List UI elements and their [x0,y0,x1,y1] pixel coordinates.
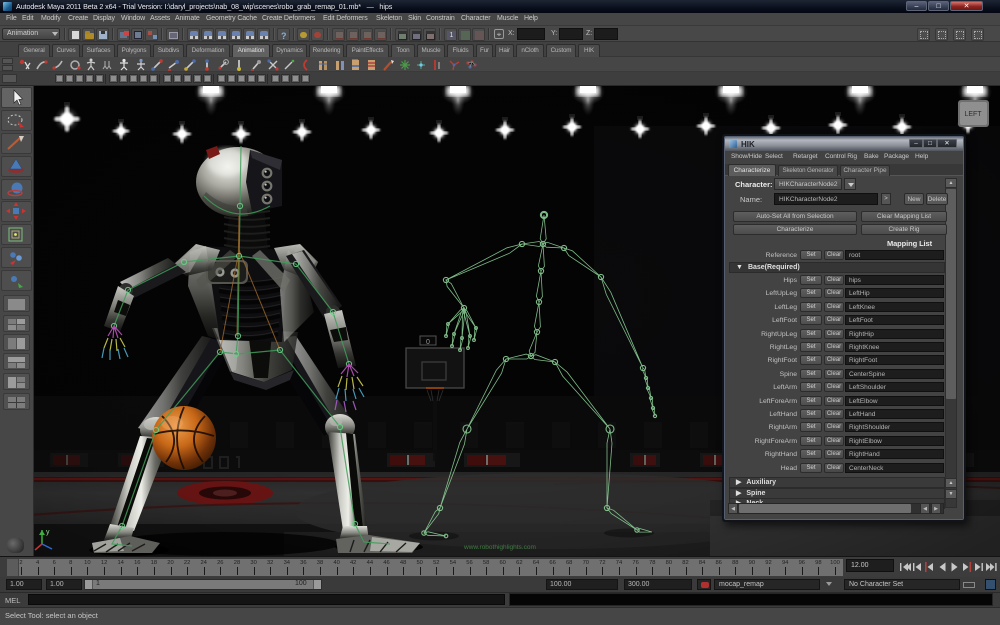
svg-text:y: y [46,529,50,536]
svg-text:0: 0 [426,339,430,346]
svg-text:LEFT: LEFT [964,111,982,118]
svg-text:www.robothighlights.com: www.robothighlights.com [463,544,536,551]
